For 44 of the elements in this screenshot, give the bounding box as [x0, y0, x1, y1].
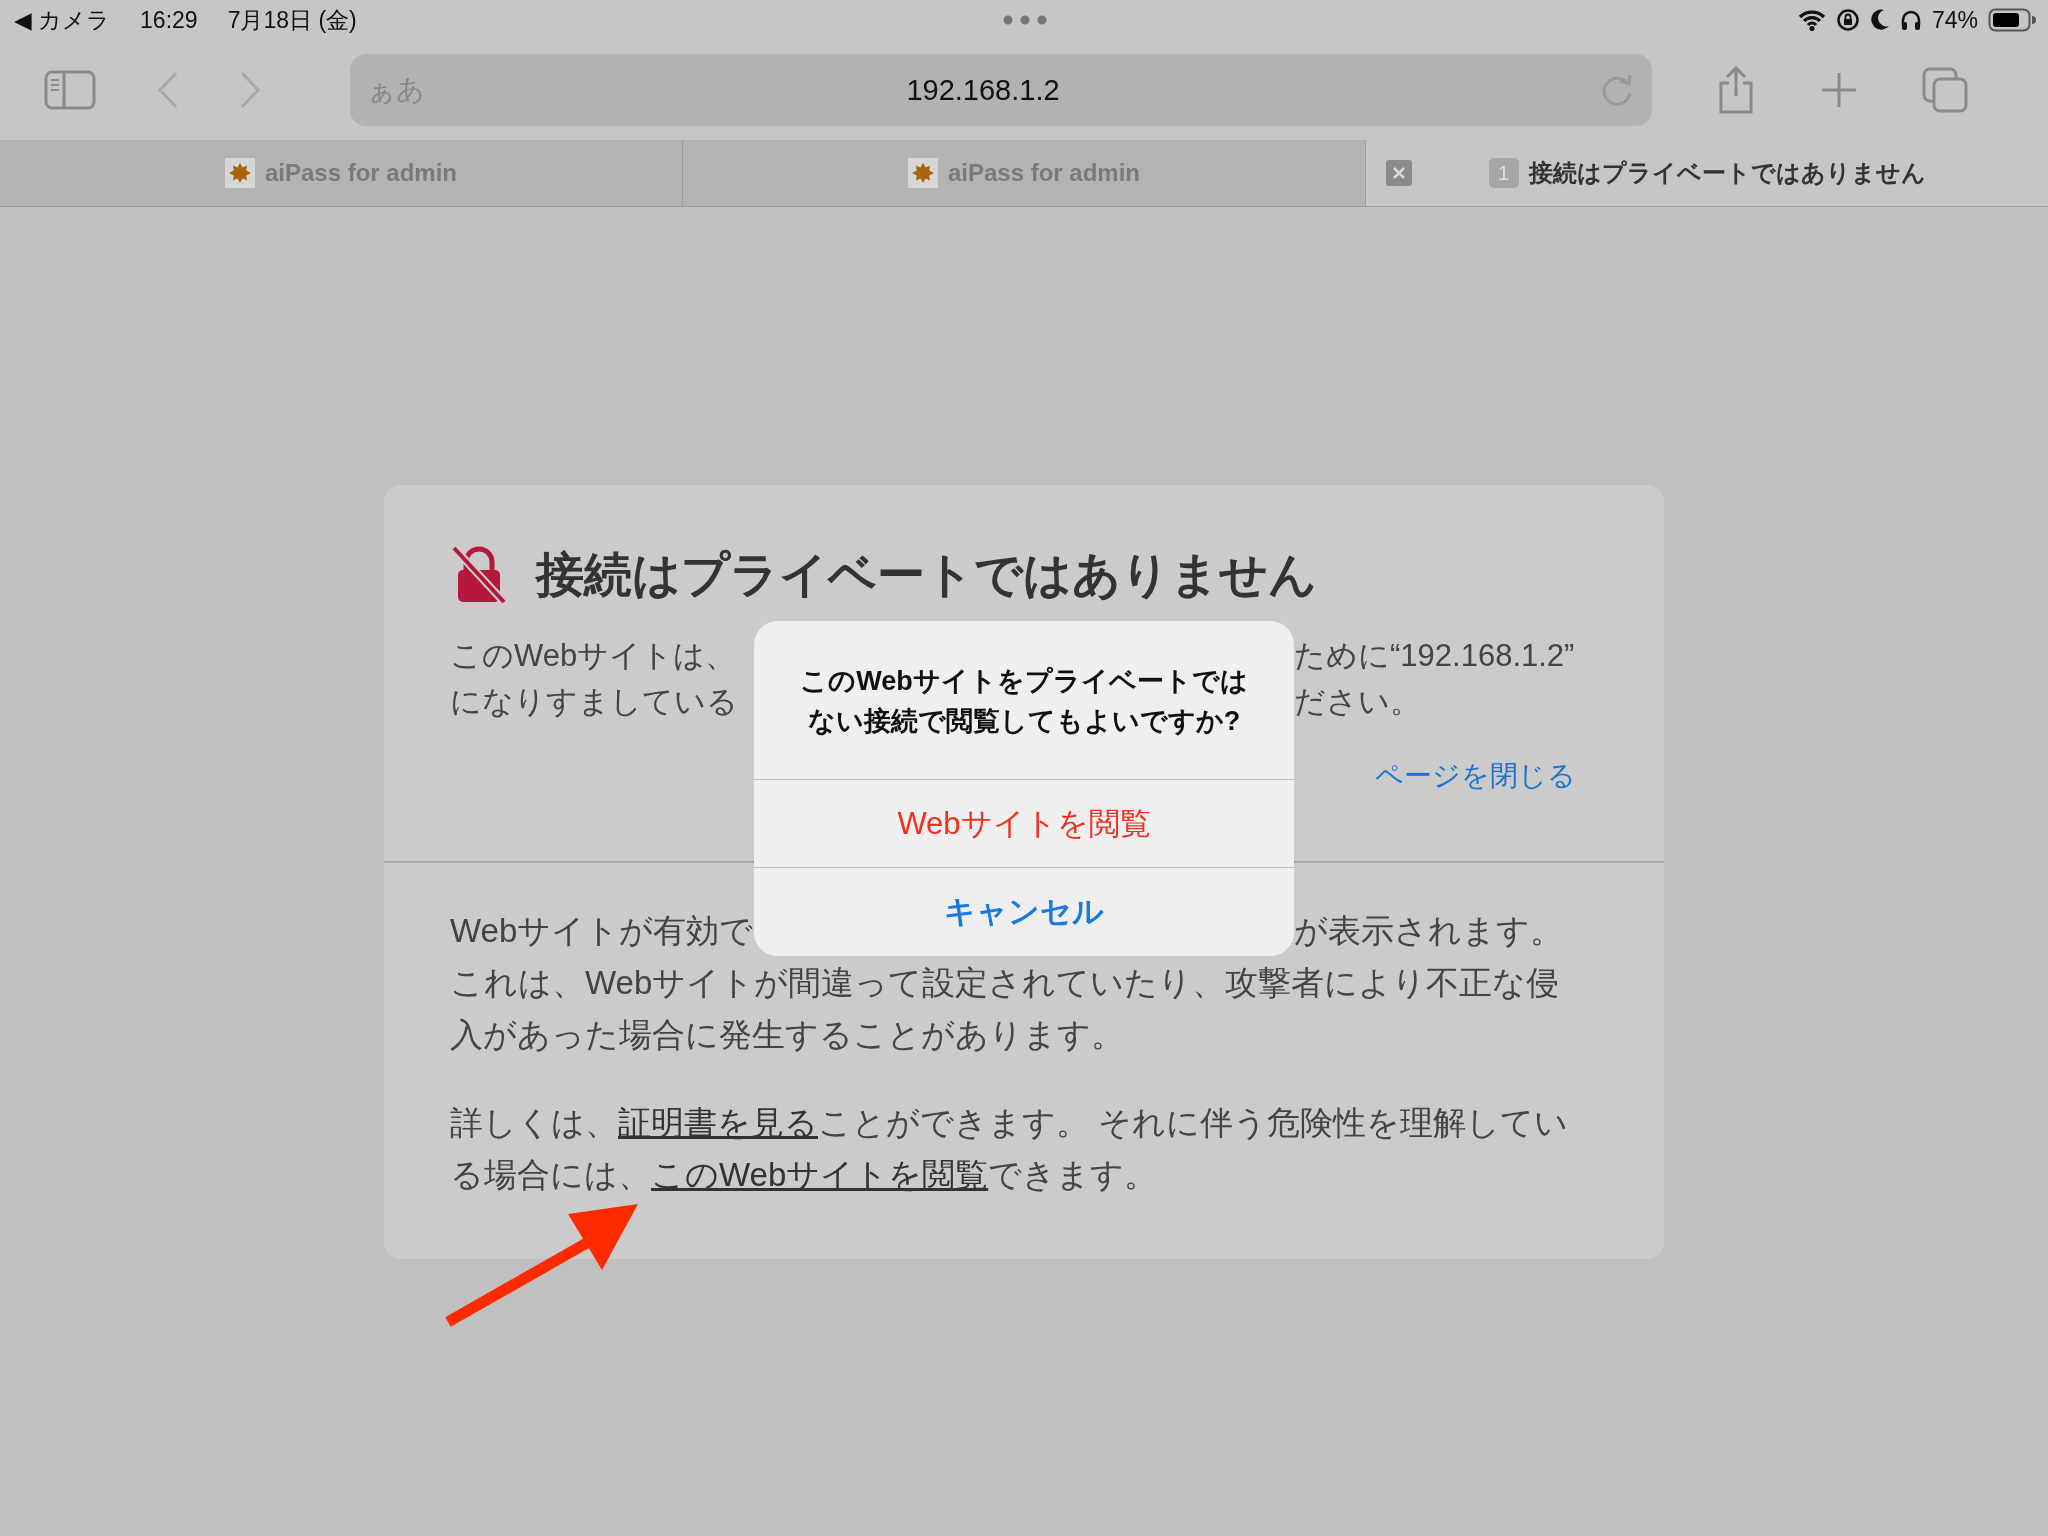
warning-text: が表示されます。 — [1294, 911, 1564, 951]
status-date: 7月18日 (金) — [227, 5, 357, 35]
details-link[interactable]: このWebサイトを閲覧 — [651, 1156, 989, 1193]
details-text: る場合には、このWebサイトを閲覧できます。 — [450, 1155, 1159, 1195]
reload-icon[interactable] — [1600, 72, 1634, 108]
browser-tab[interactable]: 1 接続はプライベートではありません — [1366, 140, 2048, 206]
tab-title: aiPass for admin — [947, 159, 1141, 187]
battery-percentage: 74% — [1931, 6, 1978, 34]
back-to-app-link[interactable]: ◀ カメラ — [14, 4, 111, 36]
sun-icon — [907, 158, 938, 188]
warning-text: Webサイトが有効で — [450, 911, 754, 951]
browser-tab[interactable]: aiPass for admin — [0, 140, 683, 206]
details-text: 詳しくは、証明書を見る ことができます。 それに伴う危険性を理解してい — [450, 1103, 1570, 1143]
warning-text: これは、Webサイトが間違って設定されていたり、攻撃者により不正な侵 — [450, 964, 1560, 1001]
warning-text: 入があった場合に発生することがあります。 — [450, 1016, 1124, 1053]
warning-text: このWebサイトは、 — [450, 637, 738, 675]
status-time: 16:29 — [140, 6, 198, 34]
tab-title: aiPass for admin — [264, 159, 458, 187]
wifi-icon — [1797, 9, 1826, 31]
tab-number-badge: 1 — [1488, 158, 1519, 188]
tab-title: 接続はプライベートではありません — [1528, 158, 1926, 188]
lock-crossed-icon — [450, 544, 508, 606]
forward-icon[interactable] — [238, 70, 262, 110]
tabs-overview-icon[interactable] — [1922, 67, 1968, 113]
browser-tab[interactable]: aiPass for admin — [683, 140, 1366, 206]
rotation-lock-icon — [1835, 8, 1860, 32]
close-page-link[interactable]: ページを閉じる — [1375, 757, 1576, 795]
details-link[interactable]: 証明書を見る — [618, 1104, 818, 1141]
back-icon[interactable] — [156, 70, 180, 110]
warning-text: になりすましている — [450, 683, 739, 721]
new-tab-icon[interactable] — [1820, 71, 1858, 109]
battery-icon — [1988, 8, 2036, 32]
warning-text: ださい。 — [1294, 683, 1422, 721]
alert-message: このWebサイトをプライベートでは — [800, 665, 1248, 698]
moon-icon — [1869, 9, 1890, 31]
close-icon[interactable] — [1386, 160, 1412, 186]
url-text: 192.168.1.2 — [905, 73, 1061, 107]
sun-icon — [224, 158, 255, 188]
warning-text: ために“192.168.1.2” — [1294, 637, 1576, 675]
headphones-icon — [1899, 9, 1922, 31]
page-title: 接続はプライベートではありません — [536, 547, 1317, 603]
sidebar-icon[interactable] — [44, 70, 96, 110]
multitasking-dots-icon[interactable] — [1003, 15, 1047, 25]
alert-message: ない接続で閲覧してもよいですか? — [807, 705, 1241, 738]
